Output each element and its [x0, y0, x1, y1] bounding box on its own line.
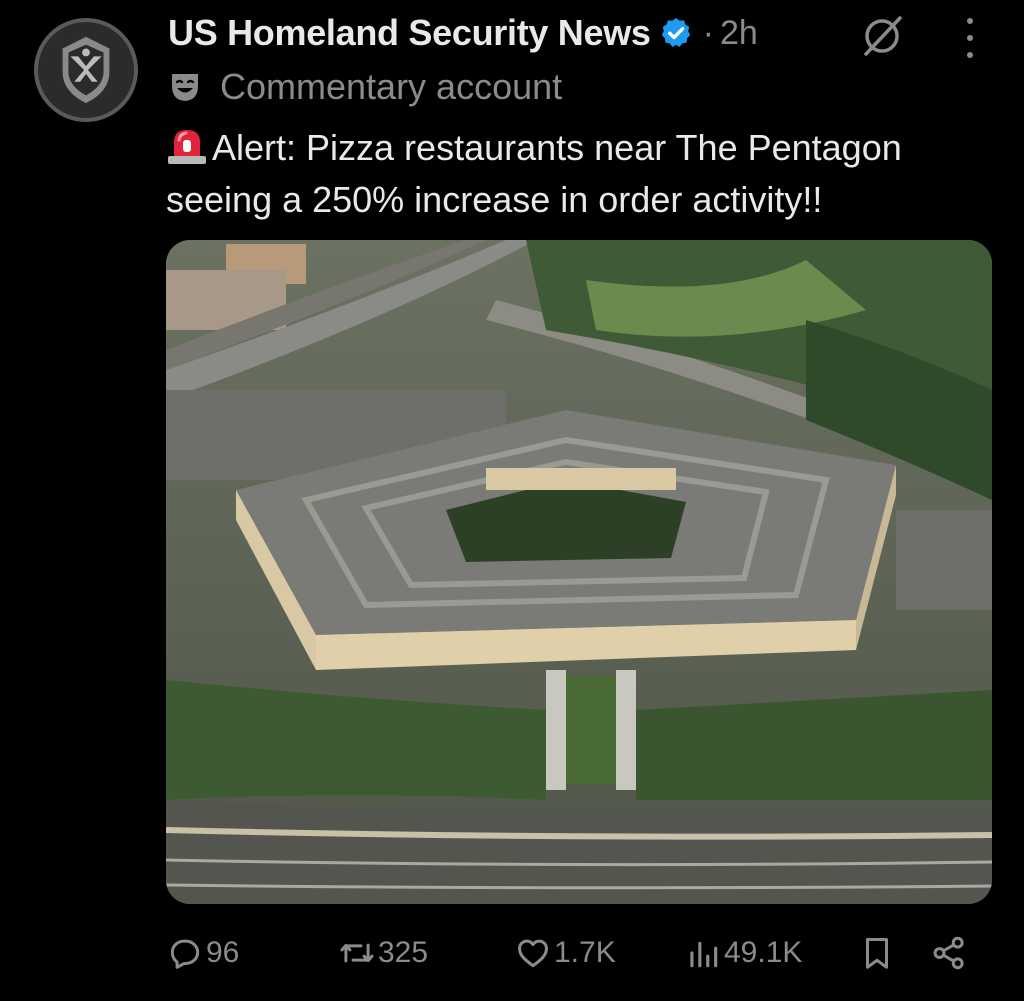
- repost-button[interactable]: 325: [338, 928, 428, 978]
- like-button[interactable]: 1.7K: [514, 928, 616, 978]
- verified-badge-icon[interactable]: [659, 16, 693, 50]
- eagle-shield-logo: [62, 36, 110, 104]
- timestamp[interactable]: 2h: [720, 14, 758, 53]
- theater-mask-icon: [172, 74, 198, 101]
- reply-count: 96: [206, 936, 240, 969]
- repost-icon: [340, 943, 374, 963]
- separator-dot: ·: [702, 13, 714, 52]
- share-icon: [933, 936, 964, 970]
- tweet-header: US Homeland Security News · 2h: [168, 10, 758, 56]
- views-button[interactable]: 49.1K: [684, 928, 802, 978]
- repost-count: 325: [378, 936, 429, 969]
- grok-icon[interactable]: [858, 12, 906, 60]
- pentagon-aerial-photo: [166, 240, 992, 904]
- heart-icon: [518, 939, 548, 968]
- views-icon: [690, 941, 718, 968]
- share-button[interactable]: [930, 928, 970, 978]
- account-label-text[interactable]: Commentary account: [220, 66, 562, 108]
- avatar[interactable]: [34, 18, 138, 122]
- views-count: 49.1K: [724, 936, 803, 969]
- account-label: Commentary account: [168, 66, 562, 108]
- author-name[interactable]: US Homeland Security News: [168, 12, 651, 54]
- more-options-icon[interactable]: [956, 18, 984, 58]
- like-count: 1.7K: [554, 936, 616, 969]
- tweet-text: Alert: Pizza restaurants near The Pentag…: [166, 122, 1006, 226]
- bookmark-icon: [865, 938, 889, 969]
- bookmark-button[interactable]: [858, 928, 898, 978]
- reply-button[interactable]: 96: [166, 928, 239, 978]
- reply-icon: [170, 939, 200, 969]
- siren-emoji: [168, 130, 206, 164]
- tweet-text-content: Alert: Pizza restaurants near The Pentag…: [166, 127, 902, 220]
- tweet-image[interactable]: [166, 240, 992, 904]
- tweet-actions: 96 325 1.7K 49.1K: [166, 928, 986, 978]
